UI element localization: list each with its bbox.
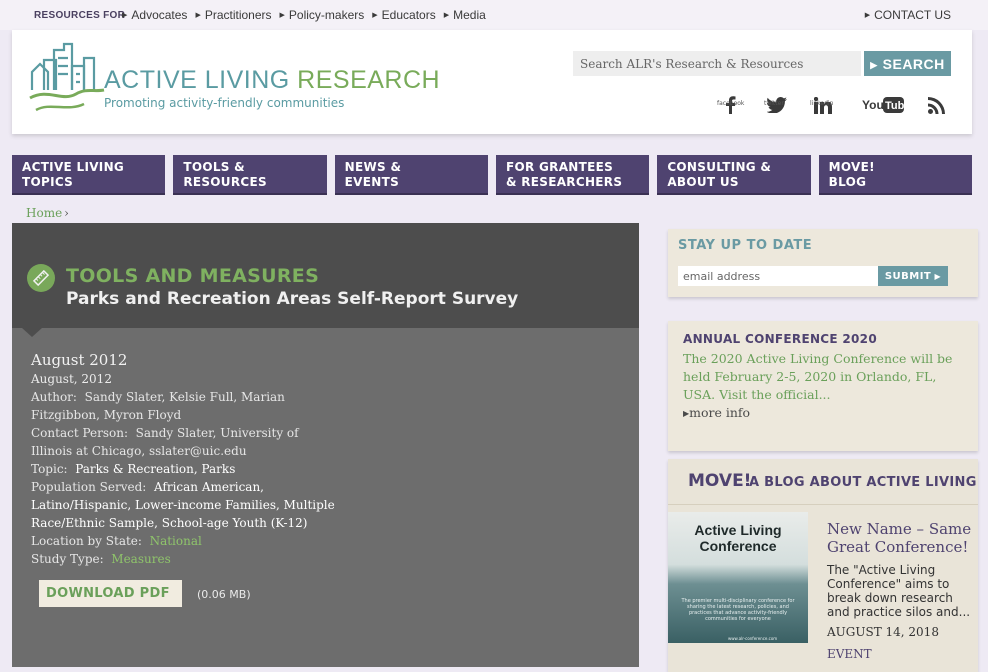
blog-post-excerpt: The "Active Living Conference" aims to b… (827, 563, 971, 619)
breadcrumb-separator: › (64, 206, 69, 220)
facebook-label: facebook (717, 100, 745, 107)
newsletter-card: STAY UP TO DATE SUBMIT (668, 229, 978, 297)
category-kicker: TOOLS AND MEASURES (66, 265, 320, 287)
nav-tab-grantees-researchers[interactable]: FOR GRANTEES & RESEARCHERS (495, 155, 650, 195)
svg-text:You: You (862, 98, 884, 112)
youtube-icon: You Tube (862, 97, 904, 113)
twitter-label: twitter (764, 100, 784, 107)
nav-tab-active-living-topics[interactable]: ACTIVE LIVING TOPICS (12, 155, 166, 195)
contact-us-link[interactable]: CONTACT US (865, 8, 951, 22)
page-title: Parks and Recreation Areas Self-Report S… (66, 289, 519, 309)
blog-subtitle: A BLOG ABOUT ACTIVE LIVING (749, 475, 977, 490)
brand-research: RESEARCH (297, 66, 441, 94)
nav-tab-tools-resources[interactable]: TOOLS & RESOURCES (173, 155, 327, 195)
breadcrumb: Home › (26, 206, 69, 220)
search-button[interactable]: SEARCH (864, 51, 951, 76)
nav-tab-news-events[interactable]: NEWS & EVENTS (334, 155, 488, 195)
site-header: ACTIVE LIVING RESEARCH Promoting activit… (12, 30, 972, 134)
location-value[interactable]: National (150, 534, 202, 548)
nav-tab-consulting-about[interactable]: CONSULTING & ABOUT US (657, 155, 811, 195)
blog-post-date: AUGUST 14, 2018 (827, 625, 939, 639)
contact-label: Contact Person: (31, 426, 128, 440)
rss-icon (927, 96, 945, 114)
youtube-link[interactable]: You Tube (862, 94, 904, 116)
conference-card: ANNUAL CONFERENCE 2020 The 2020 Active L… (668, 321, 978, 451)
breadcrumb-home[interactable]: Home (26, 206, 62, 220)
blog-move-label[interactable]: MOVE! (688, 471, 751, 491)
svg-text:Tube: Tube (885, 100, 904, 112)
submit-button[interactable]: SUBMIT (878, 266, 948, 286)
resource-links: Advocates Practitioners Policy-makers Ed… (122, 8, 486, 22)
study-value[interactable]: Measures (111, 552, 170, 566)
twitter-link[interactable]: twitter (764, 94, 790, 116)
conference-title: ANNUAL CONFERENCE 2020 (683, 332, 877, 346)
brand-active-living: ACTIVE LIVING (104, 66, 290, 94)
location-row: Location by State: National (31, 532, 341, 550)
ruler-icon (27, 264, 55, 292)
topic-row: Topic: Parks & Recreation, Parks (31, 460, 341, 478)
study-row: Study Type: Measures (31, 550, 341, 568)
resource-metadata: August 2012 August, 2012 Author: Sandy S… (31, 350, 341, 568)
resources-for-label: RESOURCES FOR (34, 10, 126, 21)
download-pdf-button[interactable]: DOWNLOAD PDF (39, 580, 182, 607)
image-url: www.alr-conference.com (728, 636, 778, 641)
topic-value[interactable]: Parks & Recreation, Parks (75, 462, 235, 476)
resource-link-educators[interactable]: Educators (372, 8, 436, 22)
image-subtext: The premier multi-disciplinary conferenc… (681, 598, 795, 622)
date-heading: August 2012 (31, 351, 128, 369)
resource-link-advocates[interactable]: Advocates (122, 8, 187, 22)
population-label: Population Served: (31, 480, 147, 494)
resource-link-practitioners[interactable]: Practitioners (195, 8, 272, 22)
contact-row: Contact Person: Sandy Slater, University… (31, 424, 341, 460)
tagline: Promoting activity-friendly communities (104, 96, 345, 110)
image-title: Active Living Conference (694, 522, 782, 554)
skyline-logo-icon[interactable] (28, 40, 108, 120)
study-label: Study Type: (31, 552, 104, 566)
resource-bar: RESOURCES FOR Advocates Practitioners Po… (0, 0, 988, 30)
author-row: Author: Sandy Slater, Kelsie Full, Maria… (31, 388, 341, 424)
more-info-link[interactable]: more info (683, 405, 750, 420)
file-size: (0.06 MB) (197, 588, 251, 601)
rss-link[interactable] (925, 94, 947, 116)
resource-link-media[interactable]: Media (444, 8, 486, 22)
nav-tab-move-blog[interactable]: MOVE! BLOG (818, 155, 972, 195)
topic-label: Topic: (31, 462, 68, 476)
population-row: Population Served: African American, Lat… (31, 478, 341, 532)
location-label: Location by State: (31, 534, 142, 548)
publish-date: August, 2012 (31, 372, 112, 386)
main-nav: ACTIVE LIVING TOPICS TOOLS & RESOURCES N… (12, 155, 972, 195)
blog-post-image[interactable]: Active Living Conference The premier mul… (668, 512, 808, 643)
email-field[interactable] (678, 266, 878, 286)
blog-card: MOVE! A BLOG ABOUT ACTIVE LIVING Active … (668, 459, 978, 672)
linkedin-link[interactable]: linkedin (810, 94, 836, 116)
blog-header: MOVE! A BLOG ABOUT ACTIVE LIVING (668, 459, 978, 505)
resource-link-policy-makers[interactable]: Policy-makers (280, 8, 364, 22)
newsletter-title: STAY UP TO DATE (678, 238, 813, 253)
header-notch (22, 328, 42, 337)
author-label: Author: (31, 390, 77, 404)
brand-name[interactable]: ACTIVE LIVING RESEARCH (104, 66, 440, 95)
linkedin-label: linkedin (810, 100, 834, 107)
conference-text[interactable]: The 2020 Active Living Conference will b… (683, 350, 968, 404)
blog-post-type[interactable]: EVENT (827, 647, 872, 661)
blog-post-title[interactable]: New Name – Same Great Conference! (827, 520, 972, 556)
search-input[interactable] (573, 51, 861, 76)
facebook-link[interactable]: facebook (717, 94, 745, 116)
